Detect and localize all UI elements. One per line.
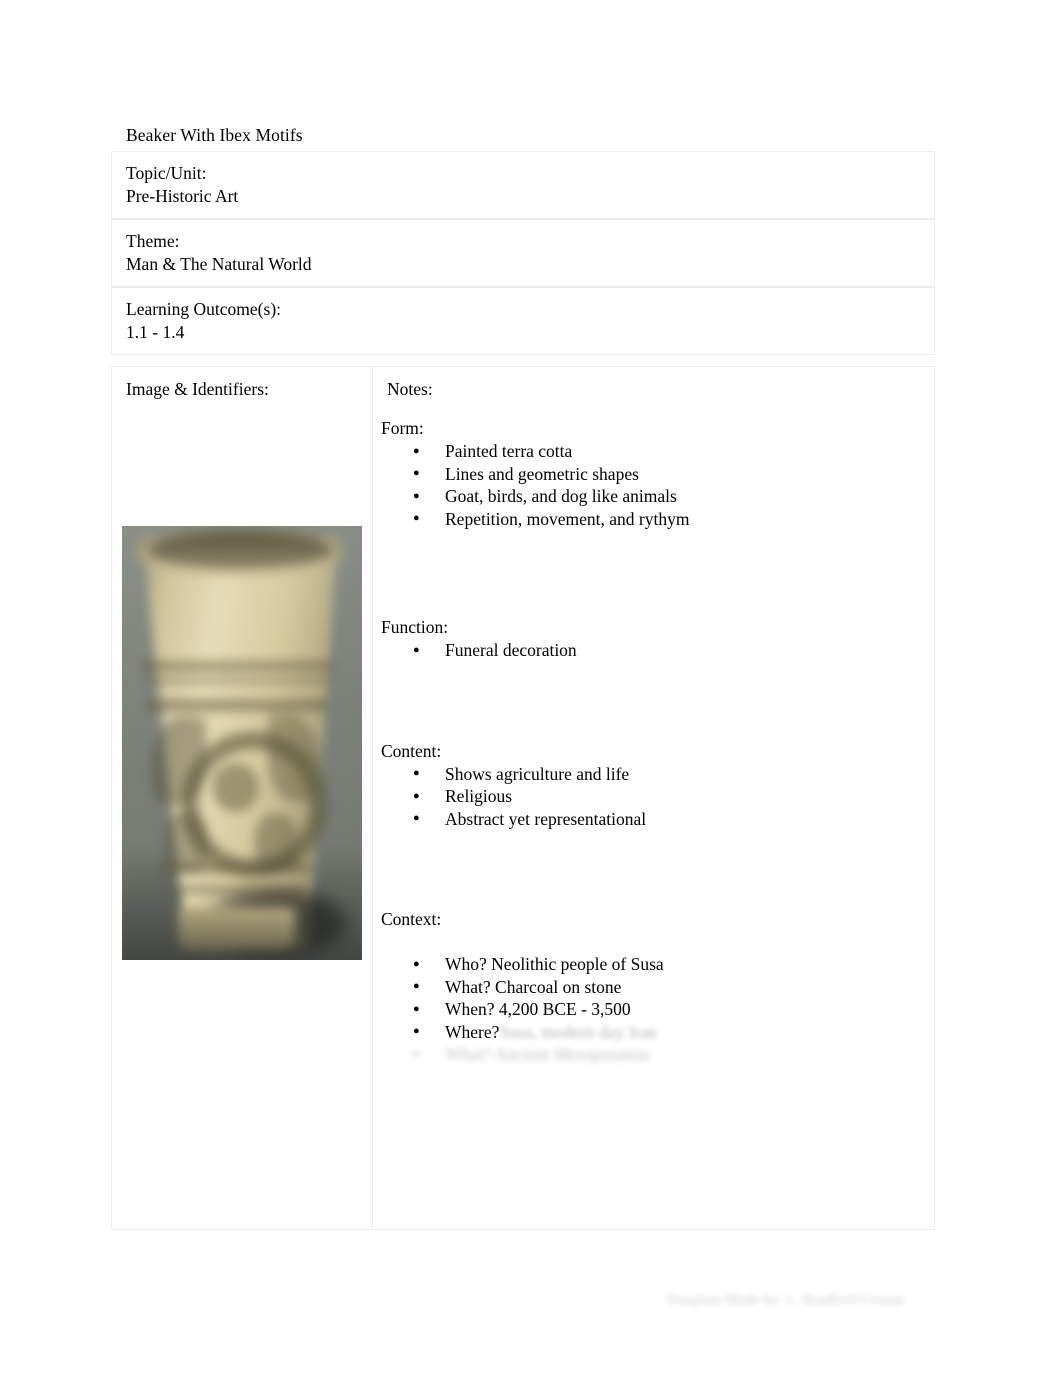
- identifiers-blank-area: [122, 960, 362, 1220]
- table-row: Learning Outcome(s): 1.1 - 1.4: [112, 288, 934, 354]
- list-item: Funeral decoration: [381, 639, 924, 662]
- function-heading: Function:: [381, 617, 449, 637]
- image-identifiers-cell: Image & Identifiers:: [112, 367, 373, 1229]
- content-list: Shows agriculture and life Religious Abs…: [381, 762, 924, 831]
- list-item: Who? Neolithic people of Susa: [381, 953, 924, 976]
- context-where-label: Where?: [445, 1021, 500, 1042]
- list-item: Shows agriculture and life: [381, 762, 924, 786]
- artwork-photo: [122, 526, 362, 960]
- list-item: Repetition, movement, and rythym: [381, 507, 924, 531]
- function-list: Funeral decoration: [381, 639, 924, 662]
- list-item: Goat, birds, and dog like animals: [381, 485, 924, 508]
- topic-unit-label: Topic/Unit:: [126, 163, 207, 183]
- content-heading: Content:: [381, 740, 442, 761]
- notes-header: Notes:: [387, 379, 433, 399]
- notes-cell: Notes: Form: Painted terra cotta Lines a…: [373, 367, 934, 1229]
- learning-outcome-value: 1.1 - 1.4: [126, 322, 185, 342]
- list-item: Abstract yet representational: [381, 807, 924, 831]
- theme-value: Man & The Natural World: [126, 254, 312, 274]
- table-row: Topic/Unit: Pre-Historic Art: [112, 152, 934, 220]
- list-item: What? Charcoal on stone: [381, 975, 924, 999]
- list-item-partial: Where?Susa, modern day Iran: [381, 1020, 924, 1044]
- document-page: Beaker With Ibex Motifs Topic/Unit: Pre-…: [0, 0, 1062, 1377]
- context-where-illegible-text: Susa, modern day Iran: [499, 1021, 657, 1042]
- list-item-illegible: What? Ancient Mesopotamia: [381, 1043, 924, 1066]
- topic-unit-value: Pre-Historic Art: [126, 186, 239, 206]
- image-identifiers-header: Image & Identifiers:: [126, 379, 269, 399]
- table-row: Theme: Man & The Natural World: [112, 220, 934, 288]
- form-heading: Form:: [381, 418, 424, 438]
- context-heading: Context:: [381, 909, 442, 929]
- list-item: When? 4,200 BCE - 3,500: [381, 998, 924, 1021]
- theme-label: Theme:: [126, 231, 180, 251]
- list-item: Lines and geometric shapes: [381, 462, 924, 486]
- list-item: Religious: [381, 785, 924, 808]
- list-item: Painted terra cotta: [381, 440, 924, 463]
- context-list: Who? Neolithic people of Susa What? Char…: [381, 953, 924, 1066]
- notes-body: Form: Painted terra cotta Lines and geom…: [381, 417, 924, 1066]
- form-list: Painted terra cotta Lines and geometric …: [381, 440, 924, 530]
- learning-outcome-label: Learning Outcome(s):: [126, 299, 282, 319]
- meta-table: Topic/Unit: Pre-Historic Art Theme: Man …: [111, 151, 935, 355]
- context-spacer: [381, 931, 924, 953]
- page-title: Beaker With Ibex Motifs: [126, 125, 303, 145]
- notes-table: Image & Identifiers: Notes: Form: ● Pain…: [111, 366, 935, 1230]
- footer-credit: Template Made by: L. Bradford Croson: [665, 1292, 905, 1308]
